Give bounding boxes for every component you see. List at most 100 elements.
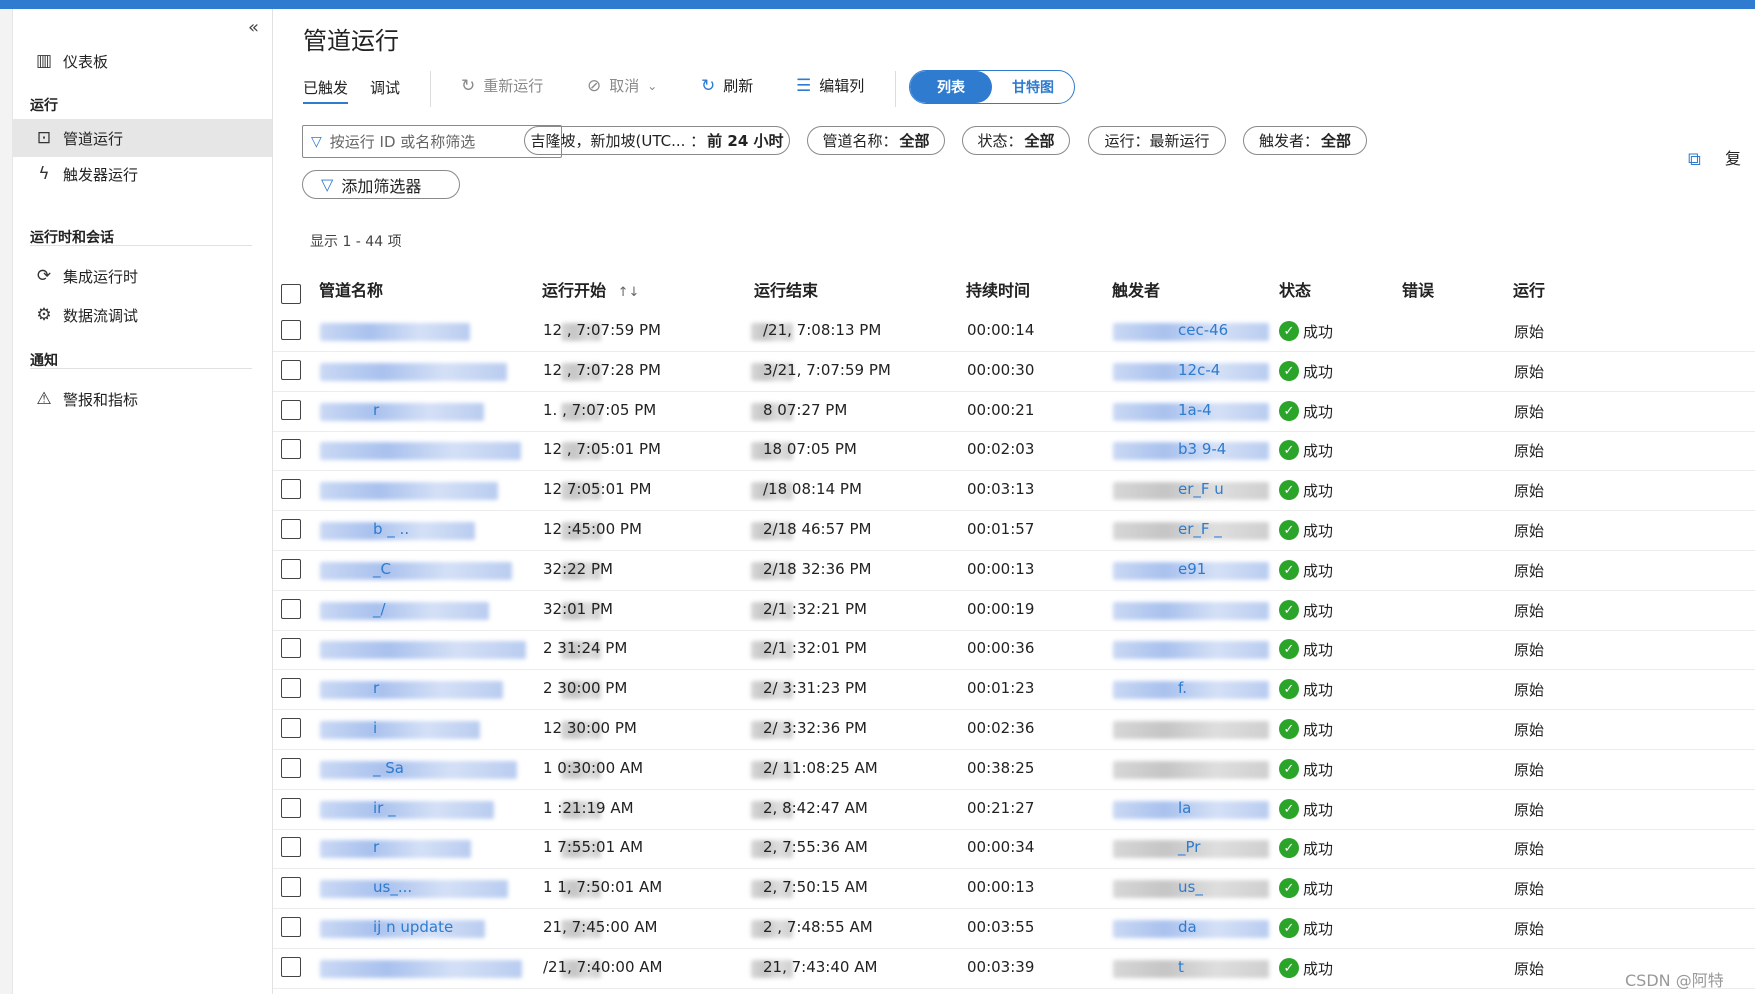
edit-columns-button[interactable]: ☰ 编辑列 bbox=[796, 75, 864, 96]
pipeline-name-redacted[interactable] bbox=[320, 641, 526, 659]
triggered-by-redacted[interactable] bbox=[1113, 761, 1269, 779]
table-row[interactable]: ij n update 21, 7:45:00 AM 2 , 7:48:55 AM 0… bbox=[273, 908, 1755, 949]
sidebar-item-pipeline-runs[interactable]: ⊡ 管道运行 bbox=[12, 119, 272, 157]
row-checkbox[interactable] bbox=[281, 519, 301, 539]
triggered-by-redacted[interactable] bbox=[1113, 681, 1269, 699]
triggered-by-fragment[interactable]: _Pr bbox=[1178, 838, 1200, 856]
row-checkbox[interactable] bbox=[281, 917, 301, 937]
header-duration[interactable]: 持续时间 bbox=[966, 277, 1030, 301]
pipeline-name-fragment[interactable]: _ Sa bbox=[373, 759, 404, 777]
pipeline-name-redacted[interactable] bbox=[320, 880, 508, 898]
collapse-sidebar-icon[interactable]: « bbox=[248, 17, 259, 38]
header-run-start[interactable]: 运行开始 ↑↓ bbox=[542, 277, 639, 301]
tab-debug[interactable]: 调试 bbox=[370, 77, 400, 98]
filter-triggered-by[interactable]: 触发者： 全部 bbox=[1243, 126, 1367, 155]
pipeline-name-redacted[interactable] bbox=[320, 442, 521, 460]
pipeline-name-fragment[interactable]: ij n update bbox=[373, 918, 453, 936]
pipeline-name-redacted[interactable] bbox=[320, 721, 480, 739]
sort-icon[interactable]: ↑↓ bbox=[618, 285, 640, 300]
header-triggered-by[interactable]: 触发者 bbox=[1112, 277, 1160, 301]
triggered-by-redacted[interactable] bbox=[1113, 960, 1269, 978]
header-pipeline-name[interactable]: 管道名称 bbox=[319, 277, 383, 301]
pipeline-name-redacted[interactable] bbox=[320, 840, 471, 858]
triggered-by-fragment[interactable]: e91 bbox=[1178, 560, 1206, 578]
row-checkbox[interactable] bbox=[281, 837, 301, 857]
pipeline-name-redacted[interactable] bbox=[320, 761, 517, 779]
pipeline-name-fragment[interactable]: r bbox=[373, 838, 379, 856]
table-row[interactable]: 12 , 7:07:59 PM/21, 7:08:13 PM 00:00:14 ce… bbox=[273, 311, 1755, 352]
sidebar-item-alerts-metrics[interactable]: ⚠ 警报和指标 bbox=[12, 380, 272, 418]
pipeline-name-redacted[interactable] bbox=[320, 482, 498, 500]
triggered-by-redacted[interactable] bbox=[1113, 721, 1269, 739]
header-status[interactable]: 状态 bbox=[1279, 277, 1311, 301]
row-checkbox[interactable] bbox=[281, 718, 301, 738]
triggered-by-fragment[interactable]: er_F _ bbox=[1178, 520, 1222, 538]
table-row[interactable]: /21, 7:40:00 AM 21, 7:43:40 AM 00:03:39 t ✓ 成… bbox=[273, 948, 1755, 989]
pipeline-name-fragment[interactable]: ir _ bbox=[373, 799, 396, 817]
row-checkbox[interactable] bbox=[281, 439, 301, 459]
pipeline-name-fragment[interactable]: us_... bbox=[373, 878, 412, 896]
copy-label[interactable]: 复 bbox=[1725, 145, 1741, 169]
pipeline-name-redacted[interactable] bbox=[320, 602, 489, 620]
triggered-by-fragment[interactable]: us_ bbox=[1178, 878, 1203, 896]
filter-timezone[interactable]: 吉隆坡，新加坡(UTC... ：前 24 小时 bbox=[524, 126, 790, 155]
table-row[interactable]: 12 , 7:07:28 PM 3/21, 7:07:59 PM 00:00:30 1… bbox=[273, 351, 1755, 392]
table-row[interactable]: 2 31:24 PM 2/1 :32:01 PM 00:00:36 ✓ 成功 原始 bbox=[273, 629, 1755, 670]
triggered-by-fragment[interactable]: t bbox=[1178, 958, 1184, 976]
copy-icon[interactable]: ⧉ bbox=[1688, 149, 1701, 170]
gantt-view-button[interactable]: 甘特图 bbox=[992, 71, 1074, 103]
triggered-by-fragment[interactable]: b3 9-4 bbox=[1178, 440, 1226, 458]
row-checkbox[interactable] bbox=[281, 678, 301, 698]
table-row[interactable]: r 1. , 7:07:05 PM 8 07:27 PM 00:00:21 1a-4 ✓ 成… bbox=[273, 391, 1755, 432]
row-checkbox[interactable] bbox=[281, 638, 301, 658]
pipeline-name-fragment[interactable]: i bbox=[373, 719, 377, 737]
row-checkbox[interactable] bbox=[281, 360, 301, 380]
filter-status[interactable]: 状态： 全部 bbox=[962, 126, 1070, 155]
sidebar-item-integration-runtimes[interactable]: ⟳ 集成运行时 bbox=[12, 257, 272, 295]
triggered-by-fragment[interactable]: 12c-4 bbox=[1178, 361, 1220, 379]
pipeline-name-redacted[interactable] bbox=[320, 403, 484, 421]
rerun-button[interactable]: ↻ 重新运行 bbox=[461, 75, 543, 96]
row-checkbox[interactable] bbox=[281, 798, 301, 818]
triggered-by-redacted[interactable] bbox=[1113, 602, 1269, 620]
header-run-end[interactable]: 运行结束 bbox=[754, 277, 818, 301]
tab-triggered[interactable]: 已触发 bbox=[303, 77, 349, 104]
row-checkbox[interactable] bbox=[281, 957, 301, 977]
header-error[interactable]: 错误 bbox=[1402, 277, 1434, 301]
triggered-by-fragment[interactable]: da bbox=[1178, 918, 1197, 936]
sidebar-item-dashboard[interactable]: ▥ 仪表板 bbox=[12, 42, 272, 80]
filter-run[interactable]: 运行： 最新运行 bbox=[1088, 126, 1226, 155]
list-view-button[interactable]: 列表 bbox=[910, 71, 992, 103]
header-run[interactable]: 运行 bbox=[1513, 277, 1545, 301]
row-checkbox[interactable] bbox=[281, 320, 301, 340]
pipeline-name-fragment[interactable]: r bbox=[373, 401, 379, 419]
table-row[interactable]: 12 7:05:01 PM/18 08:14 PM 00:03:13 er_F u ✓… bbox=[273, 470, 1755, 511]
row-checkbox[interactable] bbox=[281, 400, 301, 420]
table-row[interactable]: 12 , 7:05:01 PM 18 07:05 PM 00:02:03 b3 9-4… bbox=[273, 430, 1755, 471]
pipeline-name-fragment[interactable]: _/ bbox=[373, 600, 386, 618]
table-row[interactable]: b _ .. 12 :45:00 PM 2/18 46:57 PM 00:01:57 e… bbox=[273, 510, 1755, 551]
table-row[interactable]: us_... 1 1, 7:50:01 AM 2, 7:50:15 AM 00:00:… bbox=[273, 868, 1755, 909]
triggered-by-fragment[interactable]: er_F u bbox=[1178, 480, 1224, 498]
pipeline-name-fragment[interactable]: b _ .. bbox=[373, 520, 409, 538]
row-checkbox[interactable] bbox=[281, 479, 301, 499]
search-input[interactable] bbox=[327, 131, 552, 152]
table-row[interactable]: ir _ 1 :21:19 AM 2, 8:42:47 AM 00:21:27 la ✓ 成… bbox=[273, 789, 1755, 830]
triggered-by-fragment[interactable]: cec-46 bbox=[1178, 321, 1228, 339]
row-checkbox[interactable] bbox=[281, 877, 301, 897]
triggered-by-fragment[interactable]: la bbox=[1178, 799, 1191, 817]
triggered-by-fragment[interactable]: 1a-4 bbox=[1178, 401, 1212, 419]
table-row[interactable]: _ Sa 1 0:30:00 AM 2/ 11:08:25 AM 00:38:25 ✓ 成… bbox=[273, 749, 1755, 790]
sidebar-item-dataflow-debug[interactable]: ⚙ 数据流调试 bbox=[12, 296, 272, 334]
table-row[interactable]: i 12 30:00 PM 2/ 3:32:36 PM 00:02:36 ✓ 成功 原始 bbox=[273, 709, 1755, 750]
filter-pipeline-name[interactable]: 管道名称： 全部 bbox=[807, 126, 945, 155]
add-filter-button[interactable]: ▽ 添加筛选器 bbox=[302, 170, 460, 199]
table-row[interactable]: _/ 32:01 PM 2/1 :32:21 PM 00:00:19 ✓ 成功 原始 bbox=[273, 590, 1755, 631]
pipeline-name-redacted[interactable] bbox=[320, 562, 512, 580]
row-checkbox[interactable] bbox=[281, 559, 301, 579]
sidebar-item-trigger-runs[interactable]: ϟ 触发器运行 bbox=[12, 155, 272, 193]
pipeline-name-redacted[interactable] bbox=[320, 681, 503, 699]
triggered-by-redacted[interactable] bbox=[1113, 641, 1269, 659]
select-all-checkbox[interactable] bbox=[281, 284, 301, 304]
pipeline-name-redacted[interactable] bbox=[320, 801, 494, 819]
